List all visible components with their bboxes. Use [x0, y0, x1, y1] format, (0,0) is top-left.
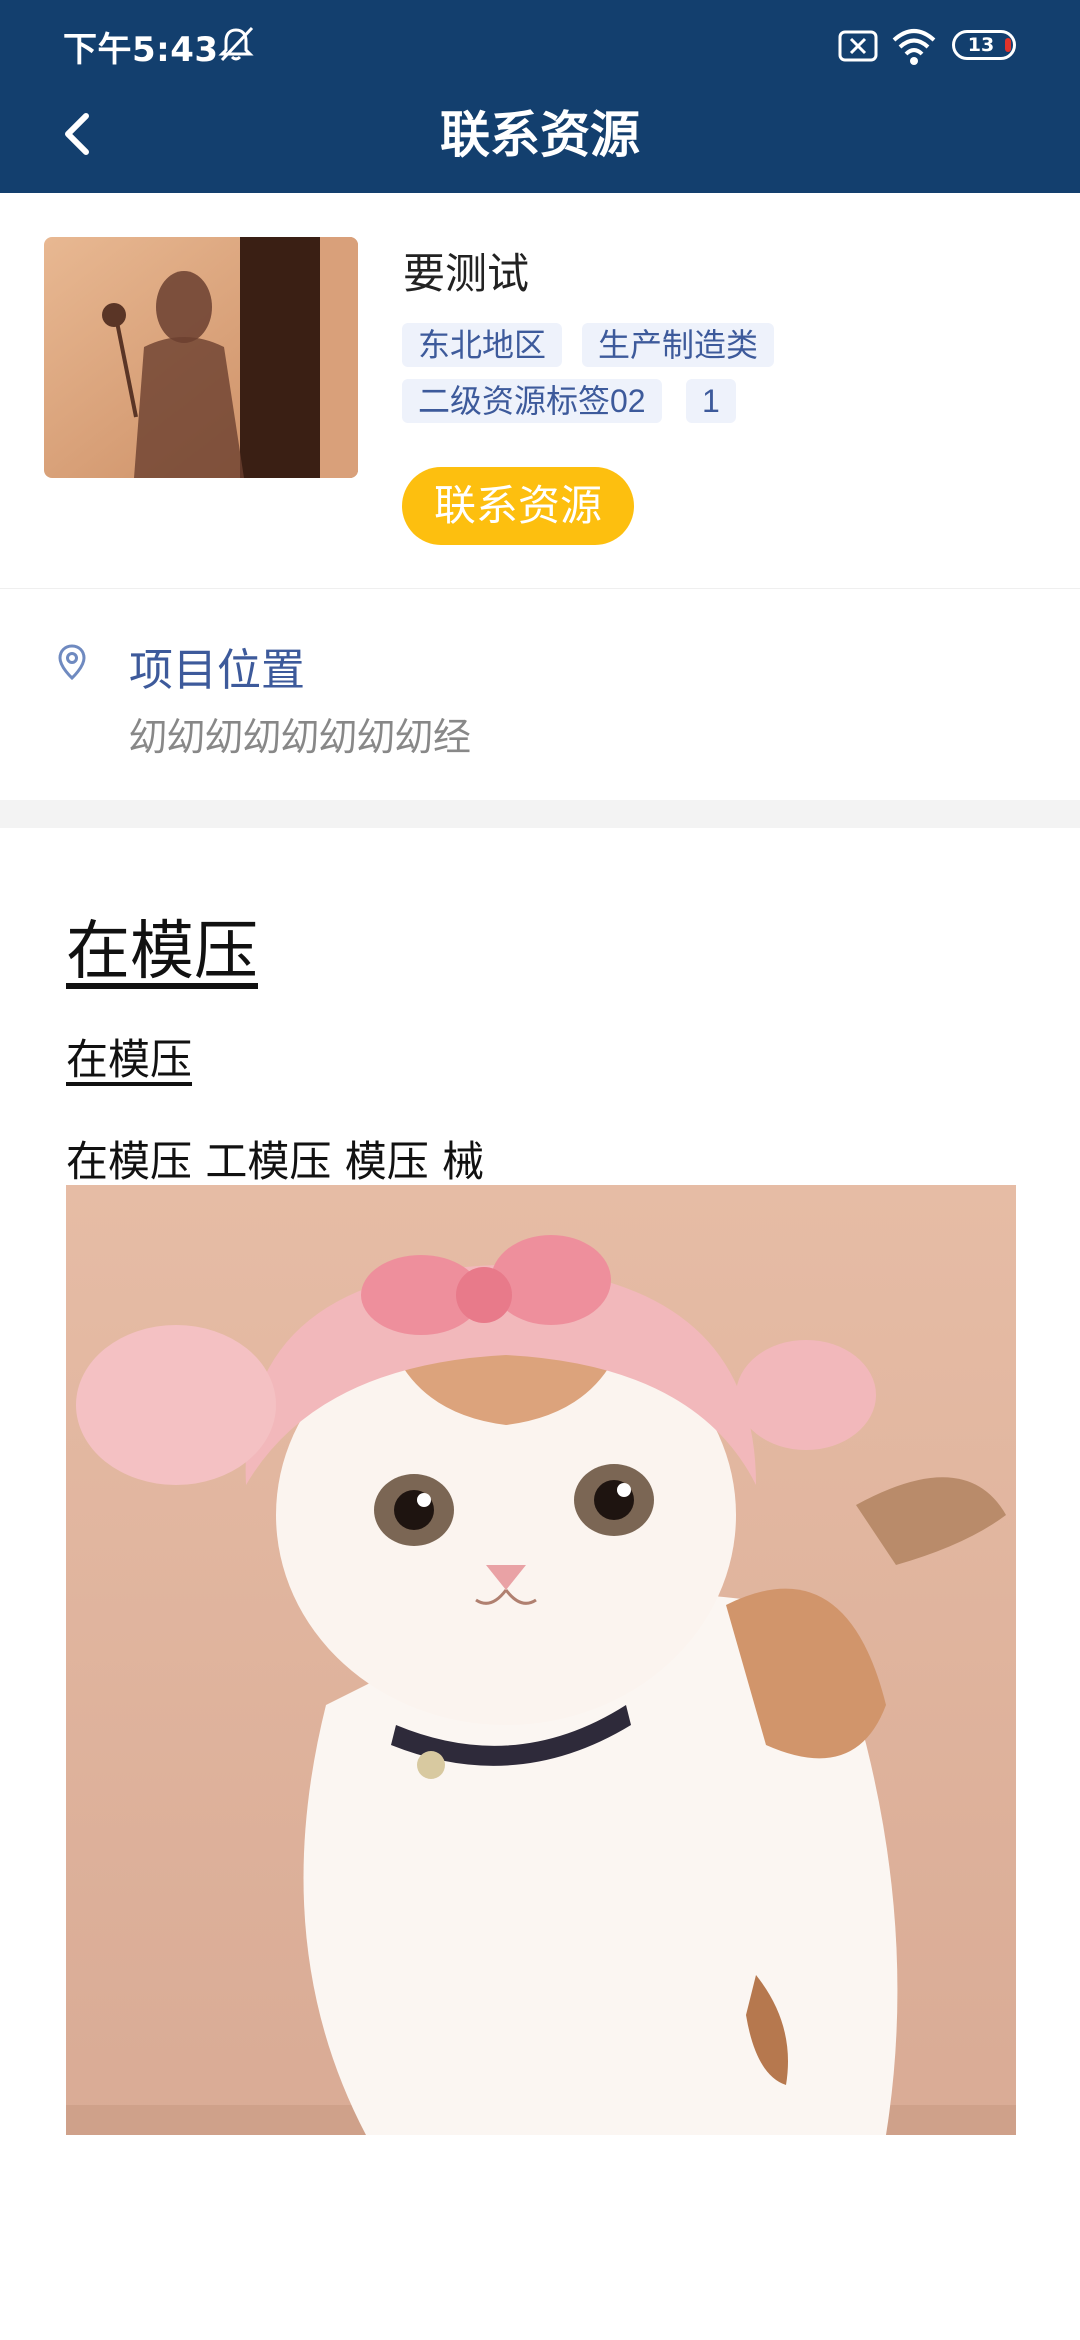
tag-number: 1 — [686, 379, 736, 423]
header-bar: 下午5:43 13 联系资源 — [0, 0, 1080, 193]
no-sim-icon — [838, 30, 878, 62]
battery-indicator: 13 — [952, 30, 1016, 60]
page: 下午5:43 13 联系资源 要测试 东北地区 生产制造类 二级资源标签02 1… — [0, 0, 1080, 2340]
bell-off-icon — [218, 26, 254, 62]
tag-category: 生产制造类 — [582, 323, 775, 367]
content-image-cat[interactable] — [66, 1185, 1016, 2135]
content-heading-1: 在模压 — [66, 915, 258, 989]
page-title: 联系资源 — [440, 106, 640, 164]
section-separator — [0, 800, 1080, 828]
battery-level: 13 — [967, 34, 995, 56]
resource-thumbnail[interactable] — [44, 237, 358, 478]
resource-name: 要测试 — [403, 250, 530, 297]
resource-card: 要测试 东北地区 生产制造类 二级资源标签02 1 联系资源 — [0, 193, 1080, 588]
tag-level2: 二级资源标签02 — [402, 379, 662, 423]
contact-resource-button[interactable]: 联系资源 — [402, 467, 634, 545]
location-value: 㓜㓜㓜㓜㓜㓜㓜㓜经 — [129, 715, 472, 759]
status-time: 下午5:43 — [63, 30, 219, 70]
status-bar: 下午5:43 13 — [0, 0, 1080, 90]
divider — [0, 588, 1080, 589]
battery-low-fill — [1005, 38, 1011, 52]
tag-region: 东北地区 — [402, 323, 563, 367]
location-pin-icon — [58, 644, 86, 680]
content-heading-2: 在模压 — [66, 1035, 193, 1084]
location-title: 项目位置 — [129, 645, 305, 696]
wifi-icon — [892, 29, 936, 65]
content-paragraph: 在模压 工模压 模压 械 — [66, 1137, 485, 1186]
